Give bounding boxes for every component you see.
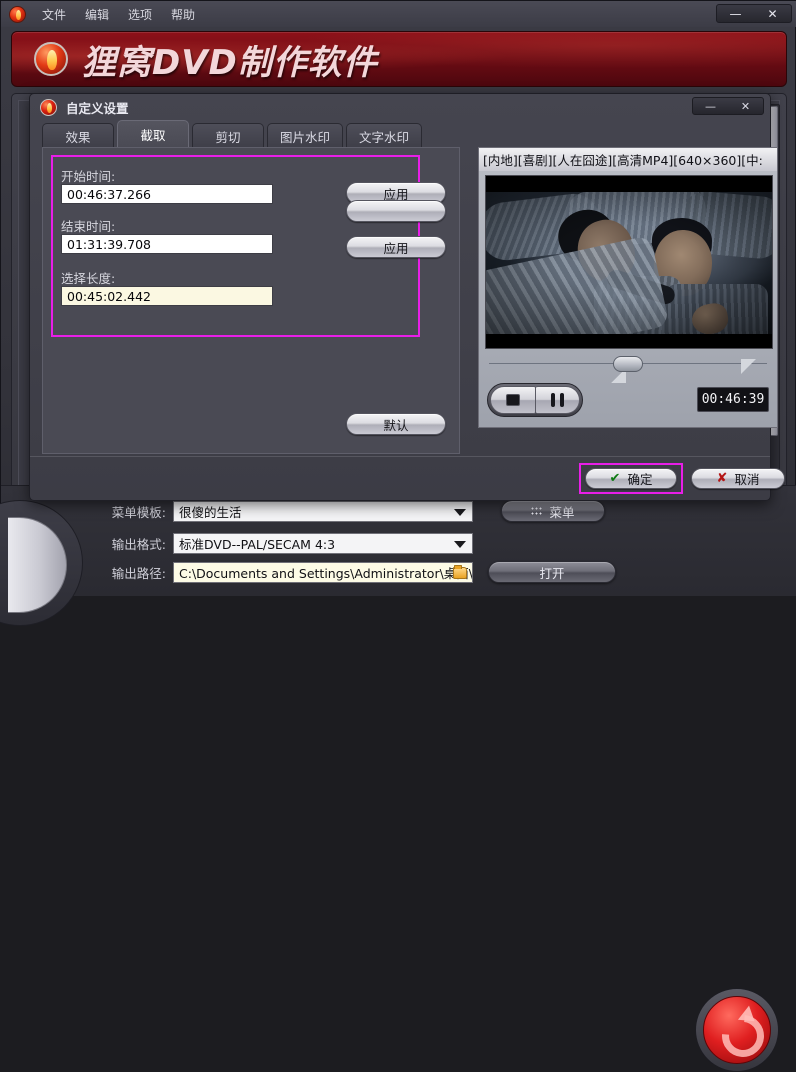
menu-button-label: 菜单 bbox=[549, 504, 575, 520]
disc-graphic-large bbox=[0, 500, 83, 626]
default-button[interactable]: 默认 bbox=[346, 413, 446, 435]
output-path-field[interactable]: C:\Documents and Settings\Administrator\… bbox=[173, 561, 473, 583]
menu-template-value: 很傻的生活 bbox=[179, 504, 242, 520]
dialog-minimize-icon[interactable]: — bbox=[697, 101, 725, 112]
dialog-title: 自定义设置 bbox=[66, 100, 129, 116]
dialog-footer: ✔ 确定 ✘ 取消 bbox=[30, 456, 785, 500]
close-icon[interactable]: ✕ bbox=[758, 8, 788, 20]
burn-button-inner bbox=[703, 996, 771, 1064]
video-player: 00:46:39 bbox=[478, 171, 778, 428]
menu-item-edit[interactable]: 编辑 bbox=[82, 4, 112, 25]
dialog-tab-strip: 效果 截取 剪切 图片水印 文字水印 bbox=[42, 120, 460, 148]
menu-bar: 文件 编辑 选项 帮助 — ✕ bbox=[1, 1, 796, 27]
end-time-apply-button-spacer bbox=[346, 200, 446, 222]
end-time-input[interactable]: 01:31:39.708 bbox=[61, 234, 273, 254]
menu-template-label: 菜单模板: bbox=[111, 504, 166, 520]
tab-trim[interactable]: 截取 bbox=[117, 120, 189, 148]
slider-thumb-icon[interactable] bbox=[613, 356, 643, 372]
stop-button[interactable] bbox=[490, 386, 536, 414]
pause-icon bbox=[550, 393, 564, 407]
menu-item-file[interactable]: 文件 bbox=[39, 4, 69, 25]
scene-vignette bbox=[486, 192, 772, 334]
output-path-row: 输出路径: C:\Documents and Settings\Administ… bbox=[91, 561, 473, 583]
minimize-icon[interactable]: — bbox=[721, 8, 751, 20]
cancel-button[interactable]: ✘ 取消 bbox=[691, 468, 785, 489]
tab-effects[interactable]: 效果 bbox=[42, 123, 114, 148]
menu-template-select[interactable]: 很傻的生活 bbox=[173, 500, 473, 522]
video-preview-panel: [内地][喜剧][人在囧途][高清MP4][640×360][中: 00:46:… bbox=[478, 147, 782, 454]
output-format-value: 标准DVD--PAL/SECAM 4:3 bbox=[179, 536, 336, 552]
menu-item-help[interactable]: 帮助 bbox=[168, 4, 198, 25]
menu-template-row: 菜单模板: 很傻的生活 bbox=[91, 500, 473, 522]
output-settings-bar: 菜单模板: 很傻的生活 菜单 输出格式: 标准DVD--PAL/SECAM 4:… bbox=[0, 485, 796, 1072]
chevron-down-icon bbox=[454, 540, 466, 548]
transport-buttons bbox=[487, 383, 583, 417]
custom-settings-dialog: 自定义设置 — ✕ 效果 截取 剪切 图片水印 文字水印 开始时间: 00:46… bbox=[29, 93, 785, 501]
dialog-window-controls: — ✕ bbox=[692, 97, 764, 115]
start-time-input[interactable]: 00:46:37.266 bbox=[61, 184, 273, 204]
output-path-value: C:\Documents and Settings\Administrator\… bbox=[179, 565, 473, 581]
playback-slider[interactable] bbox=[485, 355, 773, 383]
selected-length-label: 选择长度: bbox=[61, 271, 116, 286]
tab-image-watermark[interactable]: 图片水印 bbox=[267, 123, 344, 148]
video-title: [内地][喜剧][人在囧途][高清MP4][640×360][中: bbox=[478, 147, 778, 171]
end-time-apply-button[interactable]: 应用 bbox=[346, 236, 446, 258]
start-time-label: 开始时间: bbox=[61, 169, 116, 184]
banner-flame-logo-icon bbox=[34, 42, 68, 76]
menu-item-options[interactable]: 选项 bbox=[125, 4, 155, 25]
folder-icon[interactable] bbox=[453, 564, 467, 579]
flame-logo-icon bbox=[9, 5, 26, 23]
output-format-select[interactable]: 标准DVD--PAL/SECAM 4:3 bbox=[173, 532, 473, 554]
grid-icon bbox=[531, 506, 543, 516]
timecode-display: 00:46:39 bbox=[697, 387, 769, 412]
application-window: 文件 编辑 选项 帮助 — ✕ 狸窝DVD制作软件 菜单模板: 很傻的生活 菜单… bbox=[0, 0, 796, 1072]
ok-button-highlight: ✔ 确定 bbox=[579, 463, 683, 494]
selected-length-value: 00:45:02.442 bbox=[61, 286, 273, 306]
cancel-button-label: 取消 bbox=[734, 472, 760, 487]
dialog-title-bar: 自定义设置 bbox=[30, 94, 770, 120]
burn-button[interactable] bbox=[695, 988, 779, 1072]
video-frame-image bbox=[486, 192, 772, 334]
player-controls: 00:46:39 bbox=[487, 383, 771, 421]
trim-settings-panel: 开始时间: 00:46:37.266 应用 结束时间: 01:31:39.708… bbox=[42, 147, 460, 454]
stop-icon bbox=[505, 394, 520, 406]
end-time-label: 结束时间: bbox=[61, 219, 116, 234]
tab-crop[interactable]: 剪切 bbox=[192, 123, 264, 148]
check-icon: ✔ bbox=[609, 471, 621, 486]
dialog-close-icon[interactable]: ✕ bbox=[732, 101, 760, 112]
output-path-label: 输出路径: bbox=[111, 565, 166, 581]
dialog-flame-logo-icon bbox=[40, 98, 57, 116]
x-icon: ✘ bbox=[716, 471, 728, 486]
trim-end-marker-icon[interactable] bbox=[741, 359, 756, 374]
window-controls: — ✕ bbox=[716, 4, 792, 23]
open-button-label: 打开 bbox=[539, 565, 565, 581]
pause-button[interactable] bbox=[535, 386, 580, 414]
app-banner: 狸窝DVD制作软件 bbox=[11, 31, 787, 87]
app-title: 狸窝DVD制作软件 bbox=[82, 42, 378, 83]
ok-button-label: 确定 bbox=[627, 472, 653, 487]
menu-button[interactable]: 菜单 bbox=[501, 500, 605, 522]
video-screen[interactable] bbox=[485, 175, 773, 349]
open-folder-button[interactable]: 打开 bbox=[488, 561, 616, 583]
burn-arrow-icon bbox=[717, 1010, 757, 1050]
output-format-row: 输出格式: 标准DVD--PAL/SECAM 4:3 bbox=[91, 532, 473, 554]
output-format-label: 输出格式: bbox=[111, 536, 166, 552]
ok-button[interactable]: ✔ 确定 bbox=[585, 468, 677, 489]
chevron-down-icon bbox=[454, 508, 466, 516]
tab-text-watermark[interactable]: 文字水印 bbox=[346, 123, 423, 148]
